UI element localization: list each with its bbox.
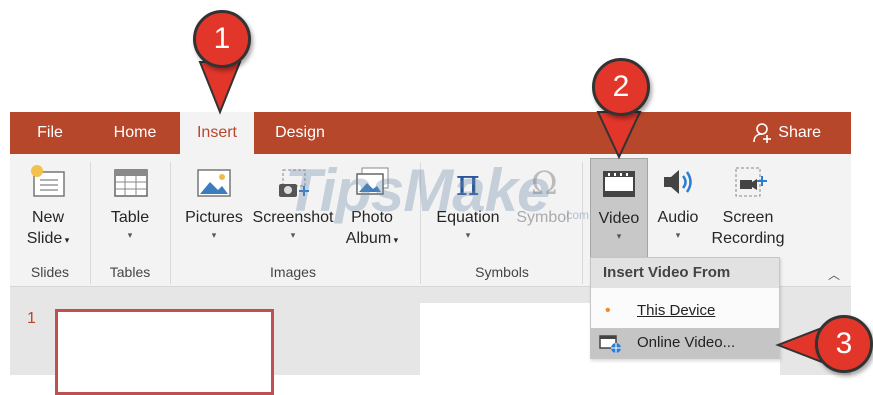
step-marker-3: 3 <box>815 315 873 373</box>
step-marker-1: 1 <box>193 10 251 68</box>
arrow-2 <box>596 111 642 160</box>
callout-arrows <box>198 61 823 364</box>
step-marker-2: 2 <box>592 58 650 116</box>
arrow-1 <box>198 61 242 115</box>
